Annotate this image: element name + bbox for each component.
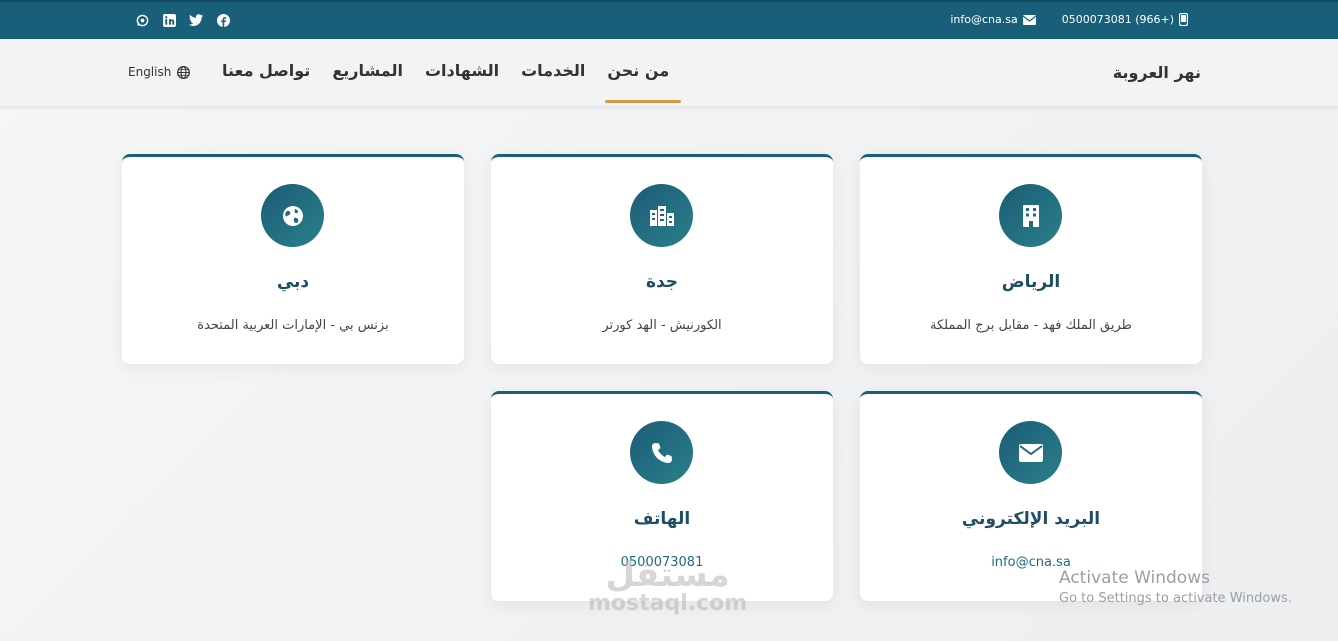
- facebook-icon[interactable]: [216, 13, 230, 27]
- card-dubai: دبي بزنس بي - الإمارات العربية المتحدة: [122, 154, 464, 364]
- card-riyadh: الرياض طريق الملك فهد - مقابل برج المملك…: [860, 154, 1202, 364]
- phone-text: 0500073081 (966+): [1061, 13, 1174, 26]
- nav-menu: من نحن الخدمات الشهادات المشاريع تواصل م…: [222, 61, 681, 103]
- globe-icon: [261, 184, 324, 247]
- brand-logo[interactable]: نهر العروبة: [1113, 63, 1201, 82]
- phone-contact[interactable]: 0500073081 (966+): [1062, 13, 1188, 26]
- mostaql-watermark-ar: مستقل: [605, 555, 730, 595]
- card-title: البريد الإلكتروني: [961, 509, 1101, 529]
- mostaql-watermark: مستقل mostaql.com: [588, 555, 747, 616]
- phone-icon: [630, 421, 693, 484]
- language-label: English: [128, 65, 172, 79]
- card-jeddah: جدة الكورنيش - الهد كورتر: [491, 154, 833, 364]
- card-title: جدة: [645, 272, 679, 292]
- email-text: info@cna.sa: [950, 13, 1018, 26]
- mobile-icon: [1179, 13, 1188, 26]
- activate-subtitle: Go to Settings to activate Windows.: [1059, 591, 1292, 606]
- card-title: دبي: [276, 272, 310, 292]
- contact-info: info@cna.sa 0500073081 (966+): [950, 13, 1188, 26]
- envelope-small-icon: [1022, 14, 1036, 25]
- top-bar: info@cna.sa 0500073081 (966+): [0, 0, 1338, 39]
- nav-item-contact[interactable]: تواصل معنا: [222, 61, 310, 80]
- social-links: [135, 13, 230, 27]
- twitter-icon[interactable]: [189, 13, 203, 27]
- card-title: الهاتف: [633, 509, 691, 529]
- nav-item-projects[interactable]: المشاريع: [332, 61, 403, 80]
- globe-small-icon: [177, 65, 191, 79]
- nav-item-services[interactable]: الخدمات: [521, 61, 585, 80]
- envelope-icon: [999, 421, 1062, 484]
- linkedin-icon[interactable]: [162, 13, 176, 27]
- city-icon: [630, 184, 693, 247]
- building-icon: [999, 184, 1062, 247]
- activate-title: Activate Windows: [1059, 568, 1210, 588]
- windows-activation-watermark: Activate Windows Go to Settings to activ…: [1059, 568, 1292, 606]
- card-title: الرياض: [1001, 272, 1061, 292]
- whatsapp-icon[interactable]: [135, 13, 149, 27]
- card-desc: الكورنيش - الهد كورتر: [602, 318, 722, 333]
- card-desc: بزنس بي - الإمارات العربية المتحدة: [197, 318, 389, 333]
- main-nav: نهر العروبة من نحن الخدمات الشهادات المش…: [0, 39, 1338, 106]
- email-contact[interactable]: info@cna.sa: [950, 13, 1036, 26]
- language-switcher[interactable]: English: [128, 65, 191, 79]
- nav-item-about[interactable]: من نحن: [605, 61, 681, 103]
- card-desc: طريق الملك فهد - مقابل برج المملكة: [929, 318, 1133, 333]
- nav-item-certificates[interactable]: الشهادات: [425, 61, 499, 80]
- mostaql-watermark-en: mostaql.com: [588, 591, 748, 616]
